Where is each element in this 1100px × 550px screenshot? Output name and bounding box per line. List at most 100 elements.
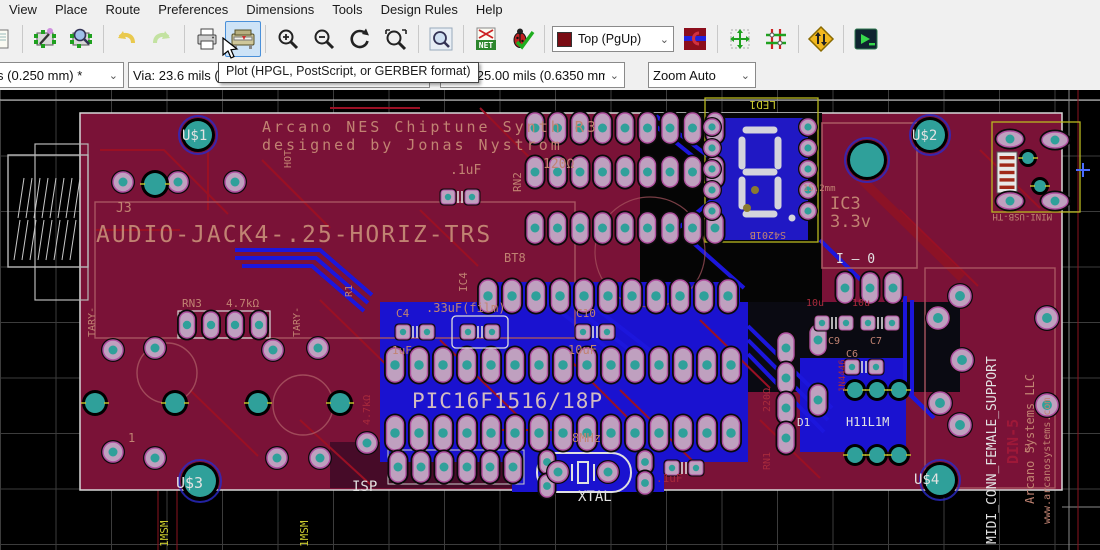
silkscreen-label: DIN-5 xyxy=(1004,419,1022,464)
redo-icon[interactable] xyxy=(144,21,180,57)
svg-text:NET: NET xyxy=(479,41,494,50)
silkscreen-label: XTAL xyxy=(578,489,612,505)
silkscreen-label: 120Ω xyxy=(543,157,574,172)
eagle-board-editor-window: View Place Route Preferences Dimensions … xyxy=(0,0,1100,550)
zoom-out-icon[interactable] xyxy=(306,21,342,57)
main-toolbar: NET Top (PgUp) ⌄ xyxy=(0,19,1100,59)
zoom-in-icon[interactable] xyxy=(270,21,306,57)
silkscreen-label: AUDIO-JACK4-.25-HORIZ-TRS xyxy=(96,222,492,248)
plot-icon[interactable] xyxy=(225,21,261,57)
silkscreen-label: I – 0 xyxy=(836,252,875,267)
params-toolbar: mils (0.250 mm) * ⌄ Via: 23.6 mils (0.60… xyxy=(0,59,1100,91)
swap-icon[interactable] xyxy=(803,21,839,57)
silkscreen-label: www.arcanosystems.com xyxy=(1042,398,1053,524)
chevron-down-icon: ⌄ xyxy=(736,69,755,82)
silkscreen-label: BT8 xyxy=(504,251,526,265)
silkscreen-label: ISP xyxy=(352,479,377,495)
align-icon[interactable] xyxy=(722,21,758,57)
silkscreen-label: 10uF xyxy=(568,343,597,357)
silkscreen-label: U$2 xyxy=(912,128,937,144)
menu-tools[interactable]: Tools xyxy=(323,2,371,17)
netlist-icon[interactable]: NET xyxy=(468,21,504,57)
units-value: mils (0.250 mm) * xyxy=(0,68,86,83)
silkscreen-label: C9 xyxy=(828,336,840,347)
silkscreen-label: 10u xyxy=(852,298,870,309)
silkscreen-label: HOT xyxy=(283,150,294,168)
silkscreen-label: 1MSM xyxy=(158,520,171,547)
silkscreen-label: RN1 xyxy=(762,452,773,470)
layer-color-swatch xyxy=(557,32,572,47)
silkscreen-label: 4.7kΩ xyxy=(226,297,259,310)
chevron-down-icon: ⌄ xyxy=(660,33,669,46)
silkscreen-label: 1MSM xyxy=(298,520,311,547)
terminal-icon[interactable] xyxy=(848,21,884,57)
silkscreen-label: D1 xyxy=(797,416,810,429)
zoom-select-icon[interactable] xyxy=(378,21,414,57)
edit-board-icon[interactable] xyxy=(27,21,63,57)
silkscreen-label: RN2 xyxy=(511,172,524,192)
menu-preferences[interactable]: Preferences xyxy=(149,2,237,17)
silkscreen-label: TARY- xyxy=(292,307,303,337)
zoom-value: Zoom Auto xyxy=(649,68,720,83)
silkscreen-label: R1 xyxy=(344,285,355,297)
info-icon[interactable] xyxy=(423,21,459,57)
silkscreen-label: 1uF xyxy=(392,344,412,357)
silkscreen-label: J3 xyxy=(116,201,132,216)
silkscreen-label: C10 xyxy=(576,307,596,320)
menu-dimensions[interactable]: Dimensions xyxy=(237,2,323,17)
silkscreen-label: S4201B xyxy=(750,229,786,240)
chevron-down-icon: ⌄ xyxy=(605,69,624,82)
silkscreen-label: MINI-USB-TH xyxy=(992,211,1052,221)
silkscreen-label: U$1 xyxy=(182,128,207,144)
layer-select-value: Top (PgUp) xyxy=(578,32,641,46)
pcb-drawing: Arcano NES Chiptune Synth R3designed by … xyxy=(0,90,1100,550)
search-board-icon[interactable] xyxy=(63,21,99,57)
silkscreen-label: 2 xyxy=(1024,442,1031,455)
menu-help[interactable]: Help xyxy=(467,2,512,17)
silkscreen-label: IC4 xyxy=(457,272,470,292)
plot-tooltip: Plot (HPGL, PostScript, or GERBER format… xyxy=(218,62,479,83)
pcb-canvas[interactable]: Arcano NES Chiptune Synth R3designed by … xyxy=(0,90,1100,550)
menu-design-rules[interactable]: Design Rules xyxy=(372,2,467,17)
silkscreen-label: Arcano Systems LLC xyxy=(1023,374,1037,504)
open-sheet-icon[interactable] xyxy=(0,21,18,57)
chevron-down-icon: ⌄ xyxy=(104,69,123,82)
print-icon[interactable] xyxy=(189,21,225,57)
menu-view[interactable]: View xyxy=(0,2,46,17)
silkscreen-label: U$4 xyxy=(914,472,939,488)
layer-select[interactable]: Top (PgUp) ⌄ xyxy=(552,26,674,52)
change-layer-icon[interactable] xyxy=(677,21,713,57)
silkscreen-label: .1uF xyxy=(450,163,481,178)
silkscreen-label: 1N4446 xyxy=(838,359,848,392)
silkscreen-label: IC3 xyxy=(830,194,861,214)
silkscreen-label: 8MHz xyxy=(572,431,601,445)
menu-place[interactable]: Place xyxy=(46,2,97,17)
menu-bar: View Place Route Preferences Dimensions … xyxy=(0,0,1100,19)
silkscreen-label: .33uF(film) xyxy=(426,301,505,315)
silkscreen-label: 10u xyxy=(806,298,824,309)
silkscreen-label: LED1 xyxy=(750,98,777,111)
silkscreen-label: TARY- xyxy=(87,307,98,337)
silkscreen-label: RN3 xyxy=(182,297,202,310)
units-select[interactable]: mils (0.250 mm) * ⌄ xyxy=(0,62,124,88)
silkscreen-label: 1 xyxy=(128,431,135,445)
silkscreen-label: designed by Jonas Nystrom xyxy=(262,136,563,154)
zoom-select-combo[interactable]: Zoom Auto ⌄ xyxy=(648,62,756,88)
menu-route[interactable]: Route xyxy=(96,2,149,17)
silkscreen-label: Arcano NES Chiptune Synth R3 xyxy=(262,118,599,136)
silkscreen-label: .1uF xyxy=(656,472,683,485)
undo-icon[interactable] xyxy=(108,21,144,57)
silkscreen-label: 4.7kΩ xyxy=(362,395,373,425)
silkscreen-label: 3.3v xyxy=(830,212,871,232)
silkscreen-label: C7 xyxy=(870,336,882,347)
silkscreen-label: 220Ω xyxy=(762,388,773,412)
silkscreen-label: 15.2mm xyxy=(803,184,836,194)
silkscreen-label: C4 xyxy=(396,307,410,320)
silkscreen-label: H11L1M xyxy=(846,415,889,429)
silkscreen-label: PIC16F1516/18P xyxy=(412,389,603,413)
silkscreen-label: U$3 xyxy=(176,474,203,492)
drc-check-icon[interactable] xyxy=(504,21,540,57)
redraw-icon[interactable] xyxy=(342,21,378,57)
grid-snap-icon[interactable] xyxy=(758,21,794,57)
silkscreen-label: MIDI_CONN_FEMALE_SUPPORT xyxy=(985,356,1000,544)
